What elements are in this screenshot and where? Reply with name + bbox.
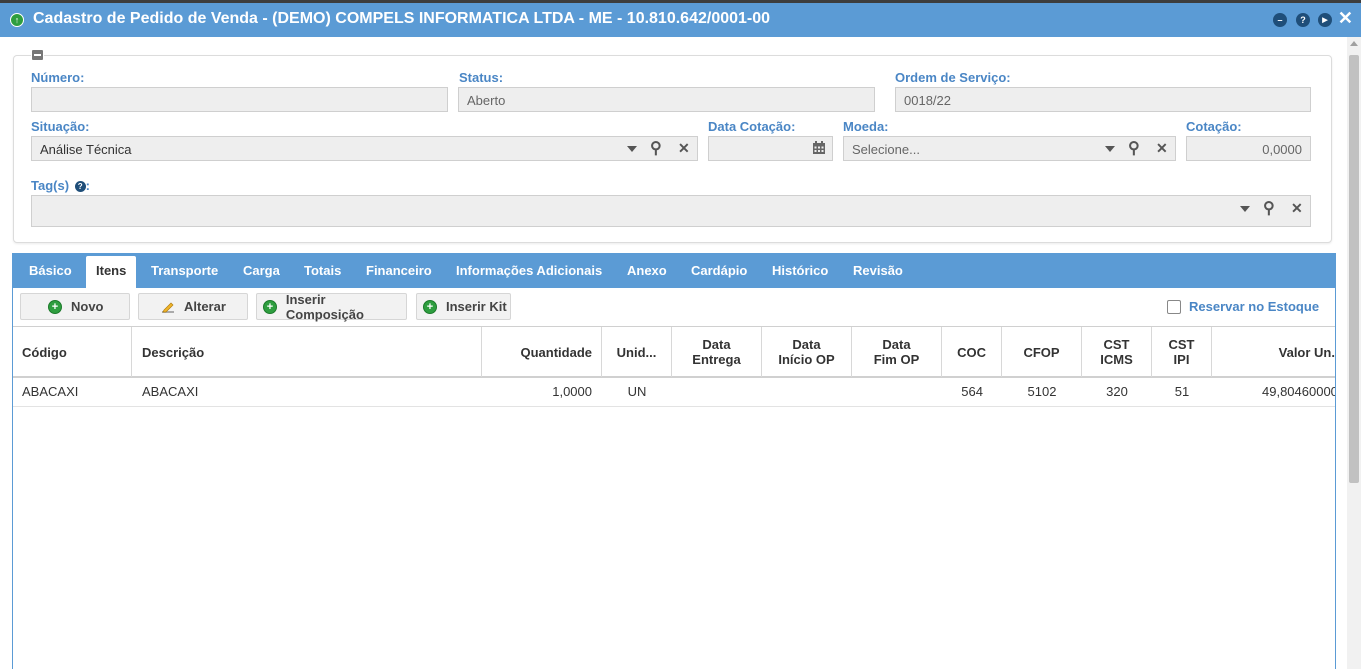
situacao-label: Situação: [31,119,90,134]
tab-itens[interactable]: Itens [86,256,137,289]
moeda-clear-icon[interactable]: ✕ [1156,141,1168,155]
pencil-icon [161,300,175,314]
numero-field[interactable] [31,87,448,112]
reservar-estoque-checkbox[interactable]: Reservar no Estoque [1167,299,1319,314]
cell-data-fim-op [852,378,942,406]
window-title-bar: ↑ Cadastro de Pedido de Venda - (DEMO) C… [0,0,1361,37]
cell-valor-un: 49,80460000 [1262,384,1335,399]
situacao-search-icon[interactable]: ⚲ [650,141,662,157]
table-row[interactable]: ABACAXI ABACAXI 1,0000 UN 564 5102 320 5… [13,378,1335,407]
cell-coc: 564 [961,384,983,399]
cell-cfop: 5102 [1027,384,1057,399]
next-icon[interactable]: ▶ [1318,13,1332,27]
tab-revisao[interactable]: Revisão [853,253,903,288]
col-cst-icms[interactable]: CST ICMS [1082,327,1152,377]
moeda-dropdown-icon[interactable] [1105,146,1115,152]
close-icon[interactable]: ✕ [1338,9,1353,27]
tab-totais[interactable]: Totais [304,253,341,288]
cell-quantidade: 1,0000 [552,384,592,399]
status-field: Aberto [458,87,875,112]
calendar-icon[interactable] [812,141,826,155]
col-cfop[interactable]: CFOP [1002,327,1082,377]
tags-clear-icon[interactable]: ✕ [1291,201,1303,215]
arrow-up-circle-icon: ↑ [10,13,24,27]
col-codigo[interactable]: Código [13,327,132,377]
situacao-dropdown-icon[interactable] [627,146,637,152]
tab-basico[interactable]: Básico [29,253,72,288]
cotacao-field[interactable]: 0,0000 [1186,136,1311,161]
items-grid-header: Código Descrição Quantidade Unid... Data… [13,326,1335,378]
moeda-label: Moeda: [843,119,889,134]
vertical-scrollbar[interactable] [1347,37,1361,669]
numero-label: Número: [31,70,85,85]
cell-data-inicio-op [762,378,852,406]
ordem-servico-field: 0018/22 [895,87,1311,112]
scroll-up-icon[interactable] [1350,41,1358,46]
col-coc[interactable]: COC [942,327,1002,377]
cell-descricao: ABACAXI [142,384,199,399]
tags-search-icon[interactable]: ⚲ [1263,201,1275,217]
minimize-icon[interactable]: – [1273,13,1287,27]
checkbox-icon[interactable] [1167,299,1181,314]
add-icon: + [423,299,437,314]
add-icon: + [263,299,277,314]
tab-informacoes-adicionais[interactable]: Informações Adicionais [456,253,602,288]
col-valor-un[interactable]: Valor Un. [1212,327,1335,377]
col-descricao[interactable]: Descrição [132,327,482,377]
novo-button[interactable]: + Novo [20,293,130,320]
moeda-search-icon[interactable]: ⚲ [1128,141,1140,157]
col-unid[interactable]: Unid... [602,327,672,377]
inserir-kit-button[interactable]: + Inserir Kit [416,293,511,320]
inserir-composicao-button[interactable]: + Inserir Composição [256,292,407,322]
tab-historico[interactable]: Histórico [772,253,828,288]
moeda-select[interactable]: Selecione... [843,136,1176,161]
col-data-fim-op[interactable]: Data Fim OP [852,327,942,377]
tags-dropdown-icon[interactable] [1240,206,1250,212]
tab-carga[interactable]: Carga [243,253,280,288]
tab-cardapio[interactable]: Cardápio [691,253,747,288]
col-data-inicio-op[interactable]: Data Início OP [762,327,852,377]
status-label: Status: [459,70,504,85]
tags-field[interactable] [31,195,1311,227]
situacao-select[interactable]: Análise Técnica [31,136,698,161]
cell-cst-ipi: 51 [1174,384,1190,399]
add-icon: + [48,299,62,314]
situacao-clear-icon[interactable]: ✕ [678,141,690,155]
ordem-servico-label: Ordem de Serviço: [895,70,1011,85]
cotacao-label: Cotação: [1186,119,1242,134]
tags-label: Tag(s) ?: [31,178,91,193]
data-cotacao-label: Data Cotação: [708,119,796,134]
tab-anexo[interactable]: Anexo [627,253,667,288]
cell-codigo: ABACAXI [22,384,79,399]
tab-financeiro[interactable]: Financeiro [366,253,432,288]
tab-transporte[interactable]: Transporte [151,253,218,288]
window-title: Cadastro de Pedido de Venda - (DEMO) COM… [33,10,771,27]
col-data-entrega[interactable]: Data Entrega [672,327,762,377]
cell-data-entrega [672,378,762,406]
help-icon[interactable]: ? [1296,13,1310,27]
cell-cst-icms: 320 [1106,384,1128,399]
alterar-button[interactable]: Alterar [138,293,248,320]
col-cst-ipi[interactable]: CST IPI [1152,327,1212,377]
cell-unid: UN [627,384,647,399]
scrollbar-thumb[interactable] [1349,55,1359,483]
collapse-icon[interactable] [31,50,44,61]
tags-help-icon[interactable]: ? [74,181,86,192]
col-quantidade[interactable]: Quantidade [482,327,602,377]
